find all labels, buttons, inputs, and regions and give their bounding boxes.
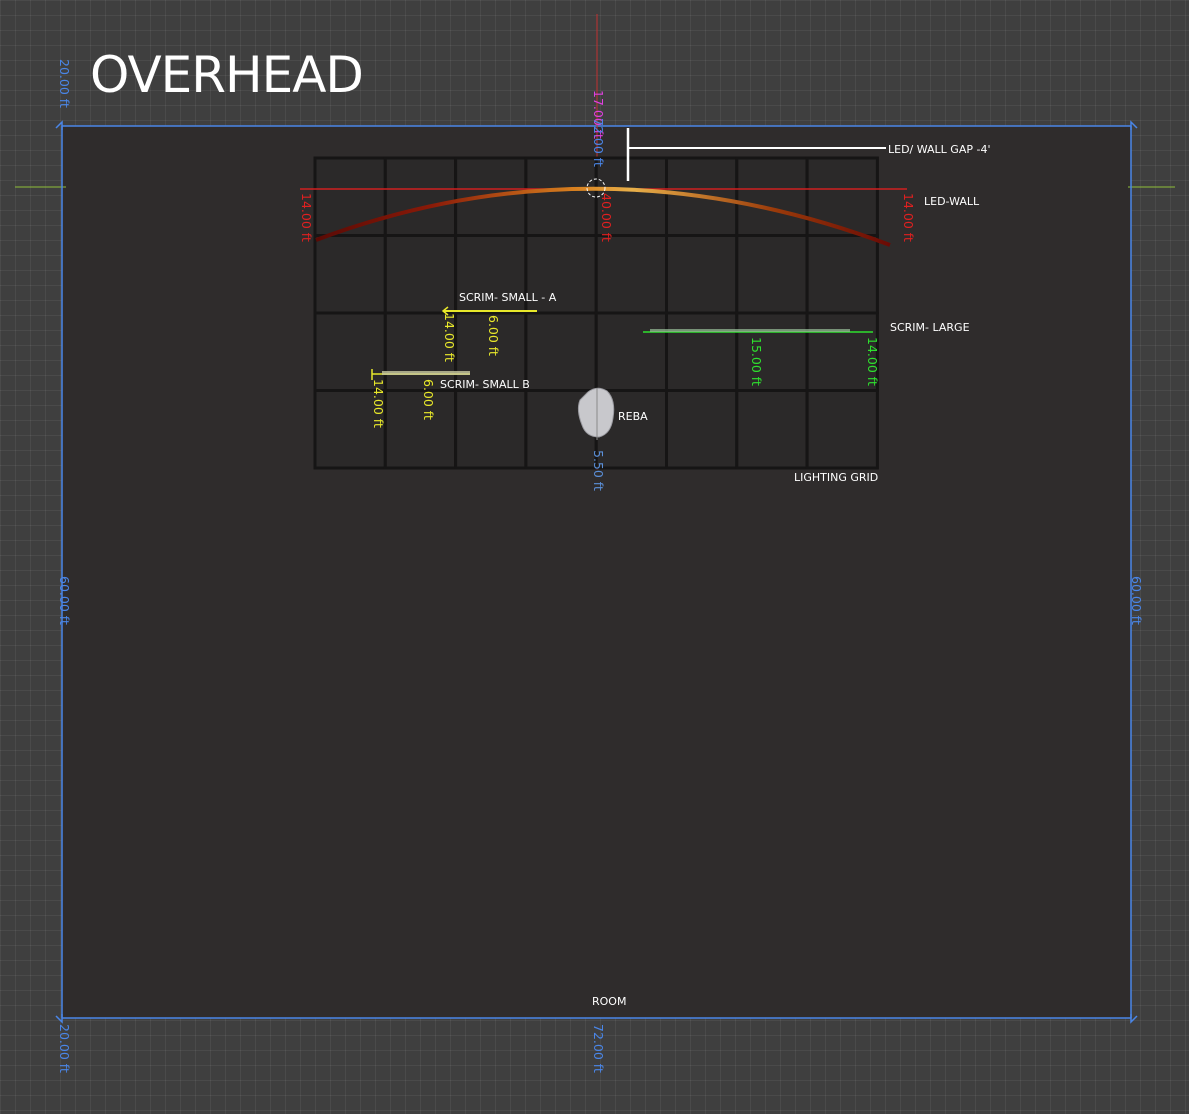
led-left-dimension: 14.00 ft [299, 193, 314, 242]
reba-height-dimension: 5.50 ft [591, 450, 606, 491]
scrim-small-a-label: SCRIM- SMALL - A [459, 291, 557, 304]
grid-cell [383, 156, 458, 237]
lighting-grid-label: LIGHTING GRID [794, 471, 878, 484]
grid-cell [313, 234, 387, 315]
led-wall-gap-label: LED/ WALL GAP -4' [888, 143, 990, 156]
grid-cell [665, 234, 739, 315]
scrim-b-height-dimension: 6.00 ft [421, 379, 436, 420]
scrim-a-width-dimension: 14.00 ft [442, 313, 457, 362]
scrim-small-b-fabric [382, 371, 470, 375]
grid-cell [735, 234, 809, 315]
grid-cell [735, 389, 809, 470]
scrim-large-fabric [650, 329, 850, 332]
top-blue-dimension: 72.00 ft [591, 118, 606, 167]
scrim-b-width-dimension: 14.00 ft [371, 379, 386, 428]
led-wall-label: LED-WALL [924, 195, 980, 208]
grid-cell [735, 156, 809, 237]
grid-cell [805, 234, 879, 315]
led-center-dimension: 40.00 ft [599, 193, 614, 242]
grid-cell [313, 156, 387, 237]
grid-cell [383, 234, 458, 315]
grid-cell [805, 156, 879, 237]
grid-cell [383, 389, 458, 470]
grid-cell [454, 389, 528, 470]
grid-cell [594, 311, 669, 392]
scrim-large-width-dimension: 15.00 ft [749, 337, 764, 386]
grid-cell [524, 311, 598, 392]
grid-cell [524, 156, 598, 237]
grid-cell [665, 389, 739, 470]
led-right-dimension: 14.00 ft [901, 193, 916, 242]
scrim-a-height-dimension: 6.00 ft [486, 315, 501, 356]
scrim-large-label: SCRIM- LARGE [890, 321, 970, 334]
overhead-diagram: LED/ WALL GAP -4' LED-WALL SCRIM- SMALL … [15, 14, 1175, 1073]
room-right-dimension: 60.00 ft [1129, 576, 1144, 625]
room-top-left-dimension: 20.00 ft [57, 59, 72, 108]
room-bottom-dimension: 72.00 ft [591, 1024, 606, 1073]
room-label: ROOM [592, 995, 626, 1008]
scrim-small-b-label: SCRIM- SMALL B [440, 378, 530, 391]
reba-label: REBA [618, 410, 648, 423]
grid-cell [665, 311, 739, 392]
room-left-dimension: 60.00 ft [57, 576, 72, 625]
scrim-large-height-dimension: 14.00 ft [865, 337, 880, 386]
room-bottom-left-dimension: 20.00 ft [57, 1024, 72, 1073]
grid-cell [594, 234, 669, 315]
grid-cell [735, 311, 809, 392]
grid-cell [805, 389, 879, 470]
